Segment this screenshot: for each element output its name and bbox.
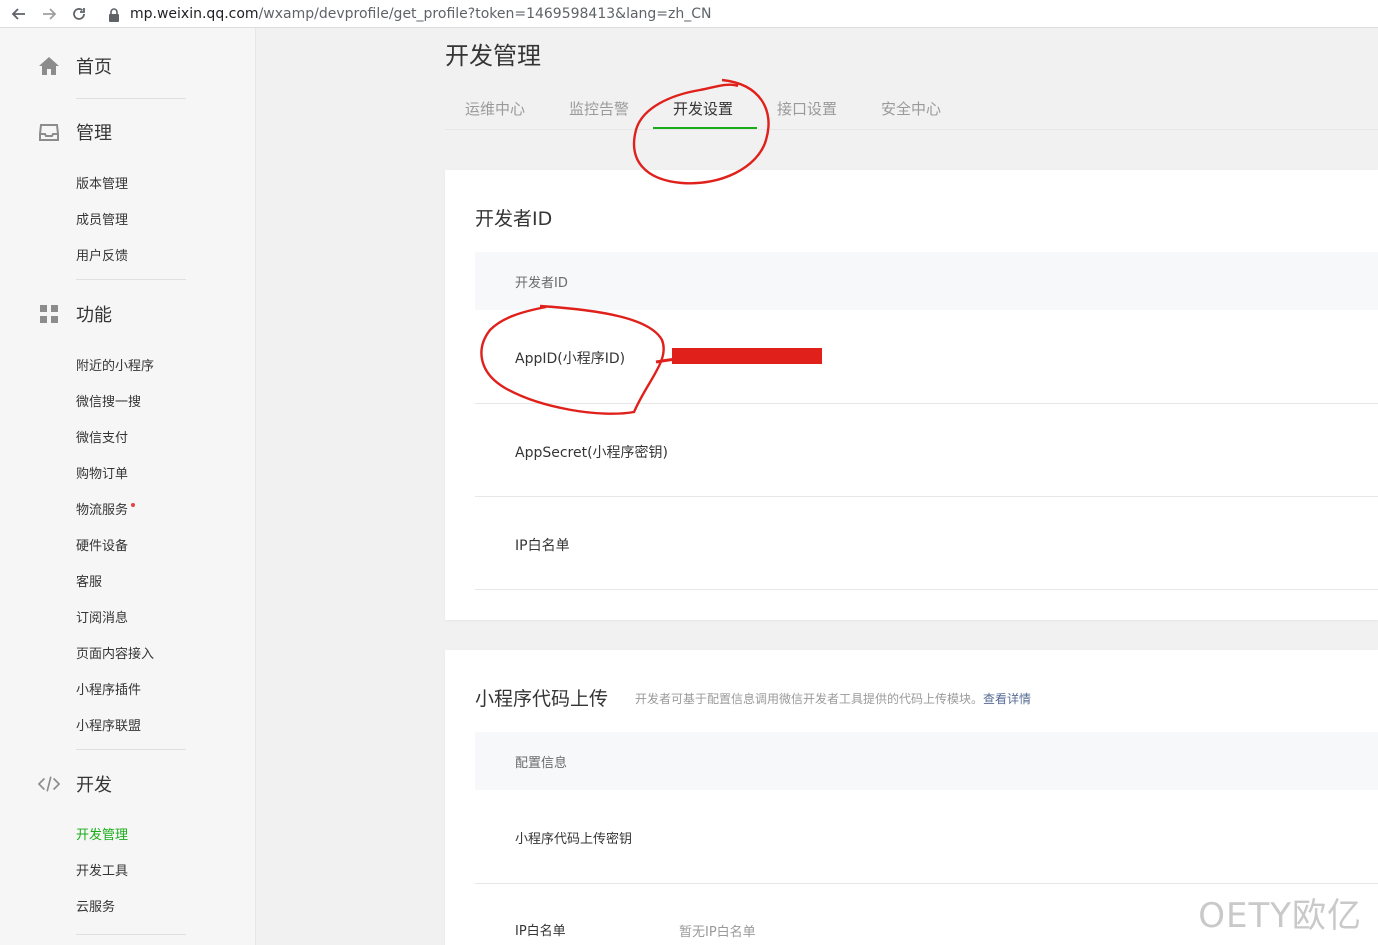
sidebar-item-nearby[interactable]: 附近的小程序 — [76, 355, 154, 374]
sidebar-item-search[interactable]: 微信搜一搜 — [76, 391, 141, 410]
sidebar-item-dev-manage[interactable]: 开发管理 — [76, 824, 128, 843]
sidebar-group-develop[interactable]: 开发 — [0, 770, 256, 798]
sidebar-item-feedback[interactable]: 用户反馈 — [76, 245, 128, 264]
card-title: 小程序代码上传 — [475, 688, 609, 710]
tab-ops[interactable]: 运维中心 — [465, 98, 525, 119]
forward-icon[interactable] — [38, 3, 60, 25]
page-title: 开发管理 — [445, 42, 541, 70]
tab-security[interactable]: 安全中心 — [881, 98, 941, 119]
card-description: 开发者可基于配置信息调用微信开发者工具提供的代码上传模块。查看详情 — [635, 690, 1031, 707]
main-content: 开发管理 运维中心 监控告警 开发设置 接口设置 安全中心 开发者ID 开发者I… — [256, 28, 1378, 945]
inbox-icon — [38, 121, 60, 143]
sidebar-group-manage[interactable]: 管理 — [0, 118, 256, 146]
sidebar-item-members[interactable]: 成员管理 — [76, 209, 128, 228]
divider — [76, 749, 186, 750]
active-tab-indicator — [653, 127, 757, 129]
developer-id-card: 开发者ID 开发者ID AppID(小程序ID) a AppSecret(小程序… — [445, 170, 1378, 620]
sidebar-item-subscribe[interactable]: 订阅消息 — [76, 607, 128, 626]
browser-address-bar: mp.weixin.qq.com/wxamp/devprofile/get_pr… — [0, 0, 1378, 28]
code-icon — [38, 773, 60, 795]
table-row-upload-key: 小程序代码上传密钥 — [475, 790, 1378, 884]
upload-key-label: 小程序代码上传密钥 — [515, 832, 633, 847]
view-details-link[interactable]: 查看详情 — [983, 692, 1031, 706]
table-header-label: 开发者ID — [515, 276, 568, 291]
sidebar-item-plugins[interactable]: 小程序插件 — [76, 679, 141, 698]
sidebar-item-cloud[interactable]: 云服务 — [76, 896, 115, 915]
table-row-ip-whitelist: IP白名单 — [475, 497, 1378, 590]
sidebar-features-label: 功能 — [76, 305, 112, 326]
notification-dot — [131, 503, 136, 507]
divider — [76, 279, 186, 280]
upload-ip-value: 暂无IP白名单 — [679, 925, 756, 940]
table-row-appid: AppID(小程序ID) a — [475, 310, 1378, 404]
sidebar-item-pay[interactable]: 微信支付 — [76, 427, 128, 446]
sidebar-item-version[interactable]: 版本管理 — [76, 173, 128, 192]
ip-whitelist-label: IP白名单 — [515, 538, 570, 554]
sidebar-develop-label: 开发 — [76, 775, 112, 796]
divider — [76, 98, 186, 99]
sidebar-item-content[interactable]: 页面内容接入 — [76, 643, 154, 662]
tab-dev-settings[interactable]: 开发设置 — [673, 98, 733, 119]
appsecret-label: AppSecret(小程序密钥) — [515, 445, 669, 461]
sidebar-item-alliance[interactable]: 小程序联盟 — [76, 715, 141, 734]
home-icon — [38, 55, 60, 77]
appid-label: AppID(小程序ID) — [515, 351, 626, 367]
sidebar-item-home[interactable]: 首页 — [0, 52, 256, 80]
grid-icon — [38, 303, 60, 325]
tab-api-settings[interactable]: 接口设置 — [777, 98, 837, 119]
divider — [76, 934, 186, 935]
table-header: 配置信息 — [475, 732, 1378, 790]
tab-bar: 运维中心 监控告警 开发设置 接口设置 安全中心 — [445, 90, 1378, 130]
back-icon[interactable] — [8, 3, 30, 25]
sidebar-item-dev-tools[interactable]: 开发工具 — [76, 860, 128, 879]
card-description-text: 开发者可基于配置信息调用微信开发者工具提供的代码上传模块。 — [635, 692, 984, 706]
appid-value[interactable]: a — [815, 348, 823, 363]
table-row-appsecret: AppSecret(小程序密钥) — [475, 404, 1378, 497]
sidebar-group-features[interactable]: 功能 — [0, 300, 256, 328]
upload-ip-label: IP白名单 — [515, 924, 566, 939]
sidebar-home-label: 首页 — [76, 57, 112, 78]
sidebar: 首页 管理 版本管理 成员管理 用户反馈 功能 附近的小程序 微信搜一搜 微信支… — [0, 28, 256, 945]
card-title: 开发者ID — [475, 208, 553, 230]
table-header: 开发者ID — [475, 252, 1378, 310]
sidebar-item-service[interactable]: 客服 — [76, 571, 102, 590]
reload-icon[interactable] — [68, 3, 90, 25]
sidebar-manage-label: 管理 — [76, 123, 112, 144]
lock-icon — [108, 7, 120, 22]
table-header-label: 配置信息 — [515, 756, 568, 771]
sidebar-item-logistics[interactable]: 物流服务 — [76, 499, 136, 518]
watermark: OETY欧亿 — [1198, 896, 1362, 936]
sidebar-item-orders[interactable]: 购物订单 — [76, 463, 128, 482]
url-text[interactable]: mp.weixin.qq.com/wxamp/devprofile/get_pr… — [130, 6, 712, 22]
sidebar-item-hardware[interactable]: 硬件设备 — [76, 535, 128, 554]
sidebar-item-logistics-label: 物流服务 — [76, 503, 129, 518]
tab-monitor[interactable]: 监控告警 — [569, 98, 629, 119]
